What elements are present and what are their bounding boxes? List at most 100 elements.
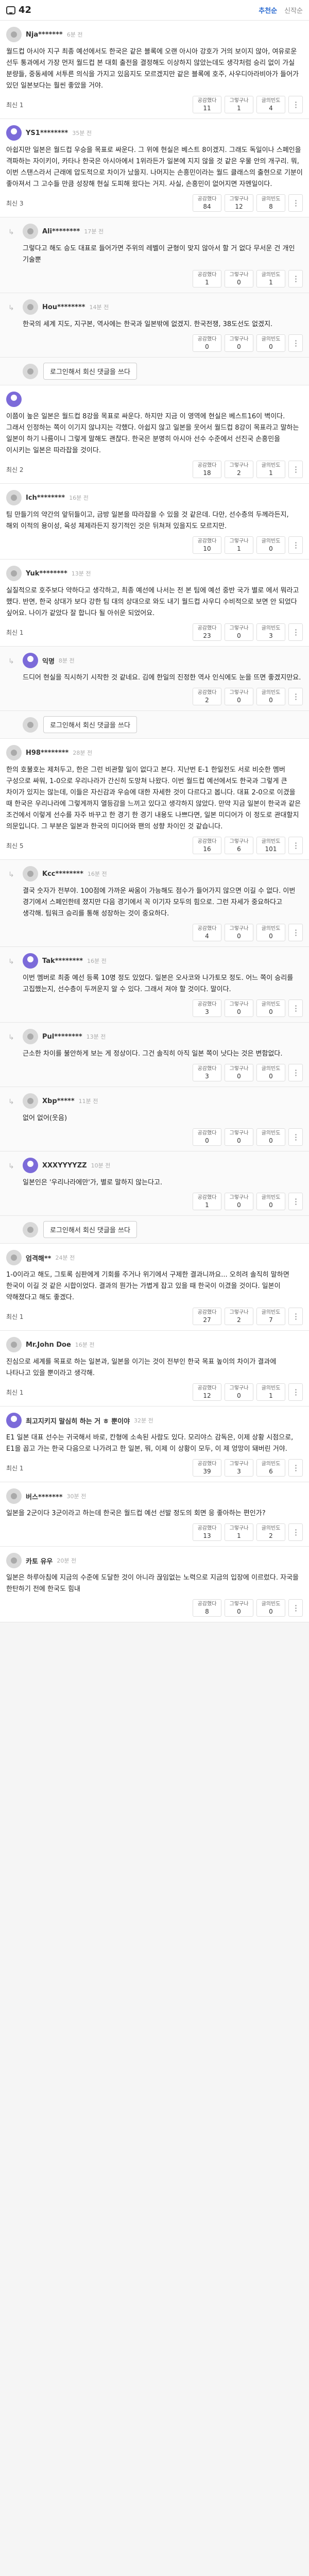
author-name[interactable]: Ali******** [42, 228, 80, 235]
dislike-button[interactable]: 그렇구나 0 [225, 1064, 253, 1081]
report-button[interactable]: 글의빈도 0 [256, 334, 285, 352]
more-options-icon[interactable] [288, 1064, 303, 1081]
more-options-icon[interactable] [288, 194, 303, 212]
author-name[interactable]: Pul******** [42, 1033, 82, 1041]
replies-toggle[interactable]: 최신 1 [6, 1464, 24, 1472]
avatar[interactable] [6, 392, 22, 407]
author-name[interactable]: XXXYYYYZZ [42, 1162, 87, 1170]
report-button[interactable]: 글의빈도 1 [256, 270, 285, 287]
like-button[interactable]: 공감했다 10 [193, 536, 221, 554]
dislike-button[interactable]: 그렇구나 0 [225, 334, 253, 352]
more-options-icon[interactable] [288, 623, 303, 641]
like-button[interactable]: 공감했다 8 [193, 1599, 221, 1617]
avatar[interactable] [23, 653, 38, 668]
author-name[interactable]: YS1******** [26, 129, 68, 137]
report-button[interactable]: 글의빈도 101 [256, 837, 285, 854]
more-options-icon[interactable] [288, 688, 303, 705]
dislike-button[interactable]: 그렇구나 1 [225, 1523, 253, 1541]
more-options-icon[interactable] [288, 1459, 303, 1477]
avatar[interactable] [6, 745, 22, 760]
more-options-icon[interactable] [288, 334, 303, 352]
replies-toggle[interactable]: 최신 1 [6, 100, 24, 109]
like-button[interactable]: 공감했다 12 [193, 1383, 221, 1401]
more-options-icon[interactable] [288, 536, 303, 554]
author-name[interactable]: 버스******* [26, 1492, 63, 1501]
login-to-reply-button[interactable]: 로그인해서 회신 댓글을 쓰다 [43, 1221, 137, 1238]
avatar[interactable] [23, 1029, 38, 1044]
avatar[interactable] [23, 953, 38, 969]
like-button[interactable]: 공감했다 3 [193, 1064, 221, 1081]
report-button[interactable]: 글의빈도 3 [256, 623, 285, 641]
avatar[interactable] [23, 1093, 38, 1109]
like-button[interactable]: 공감했다 0 [193, 1128, 221, 1146]
author-name[interactable]: Nja******* [26, 31, 63, 39]
more-options-icon[interactable] [288, 1383, 303, 1401]
avatar[interactable] [23, 866, 38, 882]
like-button[interactable]: 공감했다 27 [193, 1308, 221, 1325]
like-button[interactable]: 공감했다 11 [193, 96, 221, 113]
dislike-button[interactable]: 그렇구나 1 [225, 96, 253, 113]
sort-latest-tab[interactable]: 신작순 [284, 5, 303, 15]
dislike-button[interactable]: 그렇구나 3 [225, 1459, 253, 1477]
report-button[interactable]: 글의빈도 2 [256, 1523, 285, 1541]
avatar[interactable] [23, 224, 38, 239]
avatar[interactable] [6, 27, 22, 42]
dislike-button[interactable]: 그렇구나 0 [225, 1599, 253, 1617]
author-name[interactable]: H98******** [26, 749, 68, 757]
like-button[interactable]: 공감했다 16 [193, 837, 221, 854]
login-to-reply-button[interactable]: 로그인해서 회신 댓글을 쓰다 [43, 716, 137, 733]
report-button[interactable]: 글의빈도 6 [256, 1459, 285, 1477]
author-name[interactable]: Kcc******** [42, 870, 83, 878]
dislike-button[interactable]: 그렇구나 0 [225, 270, 253, 287]
report-button[interactable]: 글의빈도 0 [256, 1599, 285, 1617]
like-button[interactable]: 공감했다 23 [193, 623, 221, 641]
avatar[interactable] [23, 1158, 38, 1173]
replies-toggle[interactable]: 최신 1 [6, 1312, 24, 1321]
author-name[interactable]: Yuk******** [26, 570, 67, 578]
author-name[interactable]: Hou******** [42, 303, 85, 311]
report-button[interactable]: 글의빈도 8 [256, 194, 285, 212]
more-options-icon[interactable] [288, 1128, 303, 1146]
dislike-button[interactable]: 그렇구나 0 [225, 924, 253, 941]
report-button[interactable]: 글의빈도 0 [256, 688, 285, 705]
dislike-button[interactable]: 그렇구나 2 [225, 461, 253, 478]
like-button[interactable]: 공감했다 2 [193, 688, 221, 705]
more-options-icon[interactable] [288, 270, 303, 287]
dislike-button[interactable]: 그렇구나 0 [225, 688, 253, 705]
dislike-button[interactable]: 그렇구나 1 [225, 536, 253, 554]
dislike-button[interactable]: 그렇구나 0 [225, 623, 253, 641]
dislike-button[interactable]: 그렇구나 6 [225, 837, 253, 854]
like-button[interactable]: 공감했다 4 [193, 924, 221, 941]
avatar[interactable] [6, 1337, 22, 1352]
more-options-icon[interactable] [288, 96, 303, 113]
replies-toggle[interactable]: 최신 2 [6, 465, 24, 474]
avatar[interactable] [23, 299, 38, 315]
dislike-button[interactable]: 그렇구나 2 [225, 1308, 253, 1325]
author-name[interactable]: Xbp***** [42, 1097, 75, 1105]
avatar[interactable] [6, 1250, 22, 1265]
author-name[interactable]: Ich******** [26, 494, 65, 502]
author-name[interactable]: 최고지키지 말심히 하는 거 ㅎ 뿐이야 [26, 1416, 130, 1426]
like-button[interactable]: 공감했다 13 [193, 1523, 221, 1541]
report-button[interactable]: 글의빈도 0 [256, 1128, 285, 1146]
replies-toggle[interactable]: 최신 5 [6, 841, 24, 850]
like-button[interactable]: 공감했다 1 [193, 270, 221, 287]
like-button[interactable]: 공감했다 18 [193, 461, 221, 478]
author-name[interactable]: 엄격해** [26, 1253, 51, 1263]
dislike-button[interactable]: 그렇구나 0 [225, 1383, 253, 1401]
report-button[interactable]: 글의빈도 0 [256, 536, 285, 554]
replies-toggle[interactable]: 최신 3 [6, 199, 24, 208]
more-options-icon[interactable] [288, 1599, 303, 1617]
login-to-reply-button[interactable]: 로그인해서 회신 댓글을 쓰다 [43, 363, 137, 380]
author-name[interactable]: Mr.John Doe [26, 1341, 71, 1349]
more-options-icon[interactable] [288, 1523, 303, 1541]
report-button[interactable]: 글의빈도 0 [256, 1193, 285, 1210]
more-options-icon[interactable] [288, 1193, 303, 1210]
replies-toggle[interactable]: 최신 1 [6, 1388, 24, 1397]
like-button[interactable]: 공감했다 0 [193, 334, 221, 352]
like-button[interactable]: 공감했다 3 [193, 999, 221, 1017]
avatar[interactable] [6, 566, 22, 581]
author-name[interactable]: Tak******** [42, 957, 83, 965]
report-button[interactable]: 글의빈도 1 [256, 1383, 285, 1401]
avatar[interactable] [6, 490, 22, 505]
